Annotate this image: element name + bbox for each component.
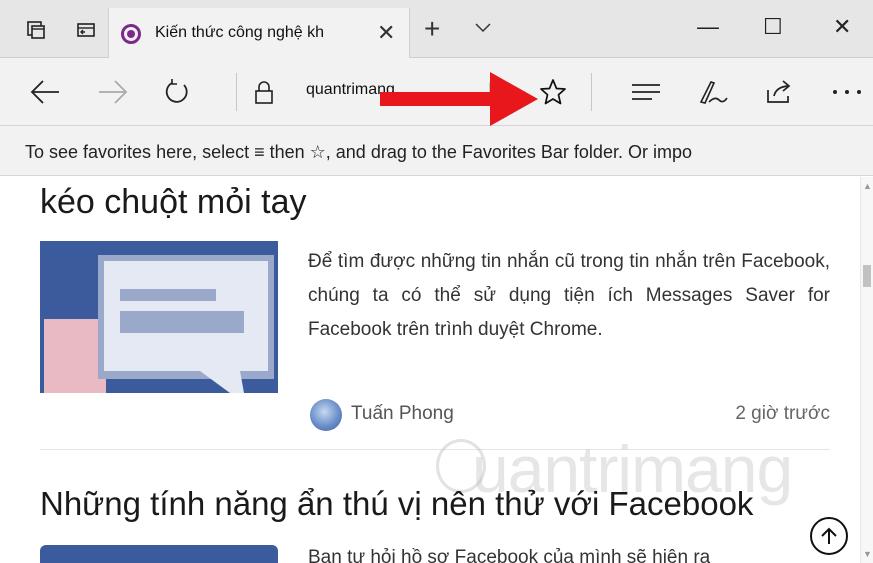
minimize-button[interactable]: —: [697, 14, 719, 40]
page-content: kéo chuột mỏi tay Để tìm được những tin …: [0, 177, 860, 563]
scroll-to-top-icon[interactable]: [810, 517, 848, 555]
favorites-hint-text: To see favorites here, select ≡ then ☆, …: [25, 142, 692, 162]
share-icon[interactable]: [763, 76, 795, 108]
favorite-star-icon[interactable]: [537, 76, 569, 108]
reading-view-icon[interactable]: [487, 76, 507, 108]
tab-close-button[interactable]: ✕: [377, 20, 395, 46]
refresh-icon[interactable]: [160, 76, 194, 108]
tab-list-button[interactable]: [472, 16, 494, 43]
scroll-down-icon[interactable]: ▼: [863, 549, 872, 559]
back-icon[interactable]: [28, 76, 62, 108]
tab-preview-icon[interactable]: [24, 18, 48, 42]
new-tab-button[interactable]: +: [424, 13, 440, 45]
article-thumbnail[interactable]: [40, 241, 278, 393]
active-tab[interactable]: Kiến thức công nghệ kh ✕: [108, 8, 410, 58]
vertical-scrollbar[interactable]: ▲ ▼: [860, 177, 873, 563]
scrollbar-thumb[interactable]: [863, 265, 871, 287]
more-icon[interactable]: [830, 76, 864, 108]
article-heading-next[interactable]: Những tính năng ẩn thú vị nên thử với Fa…: [40, 485, 753, 523]
author-name[interactable]: Tuấn Phong: [351, 403, 454, 425]
hub-icon[interactable]: [630, 76, 662, 108]
article-description-next: Bạn tự hỏi hồ sơ Facebook của mình sẽ hi…: [308, 547, 711, 563]
maximize-button[interactable]: ☐: [763, 14, 783, 40]
toolbar-separator: [591, 73, 592, 111]
toolbar-separator: [236, 73, 237, 111]
scroll-up-icon[interactable]: ▲: [863, 181, 872, 191]
navigation-bar: quantrimang: [0, 58, 873, 126]
web-note-icon[interactable]: [697, 76, 729, 108]
post-time: 2 giờ trước: [735, 403, 830, 424]
window-close-button[interactable]: ✕: [833, 14, 851, 40]
address-input[interactable]: quantrimang: [306, 81, 395, 99]
set-aside-tabs-icon[interactable]: [74, 18, 98, 42]
site-favicon-icon: [121, 24, 141, 44]
chevron-down-icon: [475, 23, 491, 33]
article-description: Để tìm được những tin nhắn cũ trong tin …: [308, 251, 830, 340]
article-heading-prev[interactable]: kéo chuột mỏi tay: [40, 183, 306, 222]
author-avatar: [310, 399, 342, 431]
article-thumbnail-next[interactable]: [40, 545, 278, 563]
forward-icon[interactable]: [96, 76, 130, 108]
lock-icon[interactable]: [252, 76, 276, 108]
favorites-bar: To see favorites here, select ≡ then ☆, …: [0, 126, 873, 176]
tab-title: Kiến thức công nghệ kh: [155, 24, 325, 41]
tab-bar: Kiến thức công nghệ kh ✕ + — ☐ ✕: [0, 0, 873, 58]
